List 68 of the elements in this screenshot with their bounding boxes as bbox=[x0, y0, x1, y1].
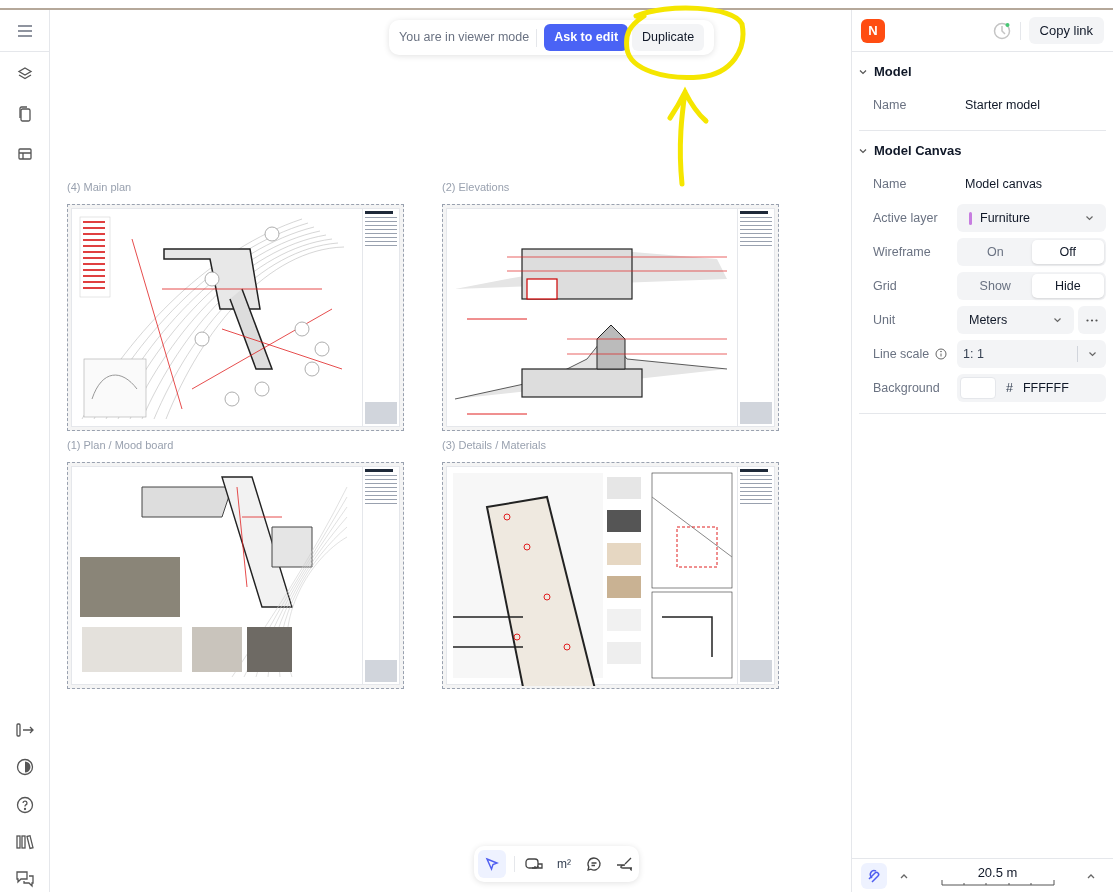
table-icon[interactable] bbox=[16, 146, 33, 162]
sheet-number-block bbox=[365, 402, 397, 424]
snap-button[interactable] bbox=[861, 862, 887, 889]
section-title: Model Canvas bbox=[874, 142, 962, 161]
caret-up-icon[interactable] bbox=[899, 872, 909, 879]
field-label: Wireframe bbox=[873, 243, 931, 261]
library-icon[interactable] bbox=[15, 834, 34, 850]
sheet-number-block bbox=[365, 660, 397, 682]
help-icon[interactable] bbox=[15, 796, 34, 814]
segment-option[interactable]: Off bbox=[1031, 240, 1104, 264]
field-label: Background bbox=[873, 379, 940, 397]
sheet-label: (1) Plan / Mood board bbox=[67, 439, 175, 452]
field-label: Unit bbox=[873, 311, 896, 329]
segment-option[interactable]: Show bbox=[959, 274, 1032, 298]
comment-icon bbox=[586, 856, 602, 872]
layer-dropdown[interactable]: Furniture bbox=[957, 204, 1106, 232]
field-label: Name bbox=[873, 96, 907, 114]
field-label: Name bbox=[873, 175, 907, 193]
layers-icon[interactable] bbox=[16, 66, 33, 82]
contrast-icon[interactable] bbox=[15, 758, 34, 776]
ask-to-edit-button[interactable]: Ask to edit bbox=[544, 24, 629, 51]
chevron-down-icon bbox=[859, 148, 867, 154]
drawing-sheet[interactable] bbox=[442, 204, 779, 431]
drawing-sheet[interactable] bbox=[442, 462, 779, 689]
color-swatch bbox=[960, 377, 996, 399]
drawing-sheet[interactable] bbox=[67, 462, 404, 689]
sheet-number-block bbox=[740, 402, 772, 424]
field-label: Active layer bbox=[873, 209, 938, 227]
hex-value: FFFFFF bbox=[1022, 379, 1069, 397]
copy-link-button[interactable]: Copy link bbox=[1028, 17, 1104, 44]
section-title: Model bbox=[874, 63, 912, 82]
caret-up-icon[interactable] bbox=[1086, 872, 1096, 879]
pen-line-icon bbox=[615, 856, 633, 872]
magnet-icon bbox=[866, 867, 882, 884]
sheet-number-block bbox=[740, 660, 772, 682]
field-value: Starter model bbox=[964, 96, 1042, 114]
color-field[interactable]: # FFFFFF bbox=[957, 374, 1106, 402]
line-scale-dropdown[interactable]: 1: 1 bbox=[957, 340, 1106, 368]
viewer-mode-notice: You are in viewer mode bbox=[399, 29, 530, 47]
pages-icon[interactable] bbox=[16, 106, 33, 122]
tape-measure-icon bbox=[525, 857, 543, 871]
unit-dropdown[interactable]: Meters bbox=[957, 306, 1074, 334]
sheet-label: (2) Elevations bbox=[442, 181, 511, 194]
area-tool-button[interactable]: m² bbox=[553, 850, 575, 878]
field-label: Line scale bbox=[873, 345, 930, 363]
caret-down-icon bbox=[1087, 351, 1097, 357]
more-icon bbox=[1086, 318, 1098, 322]
exit-icon[interactable] bbox=[15, 722, 34, 738]
sheet-label: (4) Main plan bbox=[67, 181, 133, 194]
chevron-down-icon bbox=[859, 69, 867, 75]
scale-reading: 20.5 m bbox=[977, 865, 1018, 880]
caret-down-icon bbox=[1085, 215, 1094, 221]
info-icon[interactable] bbox=[935, 348, 948, 360]
segment-option[interactable]: Hide bbox=[1031, 274, 1104, 298]
select-tool-button[interactable] bbox=[478, 850, 506, 878]
hash-sign: # bbox=[1006, 379, 1013, 397]
cursor-icon bbox=[485, 857, 499, 871]
field-label: Grid bbox=[873, 277, 897, 295]
sheet-label: (3) Details / Materials bbox=[442, 439, 547, 452]
menu-icon[interactable] bbox=[17, 24, 32, 37]
caret-down-icon bbox=[1053, 317, 1062, 323]
duplicate-button[interactable]: Duplicate bbox=[632, 24, 705, 51]
field-value: Model canvas bbox=[964, 175, 1044, 193]
section-header[interactable]: Model Canvas bbox=[859, 139, 1106, 163]
section-header[interactable]: Model bbox=[859, 60, 1106, 84]
chat-icon[interactable] bbox=[14, 870, 35, 888]
drawing-sheet[interactable] bbox=[67, 204, 404, 431]
segment-option[interactable]: On bbox=[959, 240, 1032, 264]
